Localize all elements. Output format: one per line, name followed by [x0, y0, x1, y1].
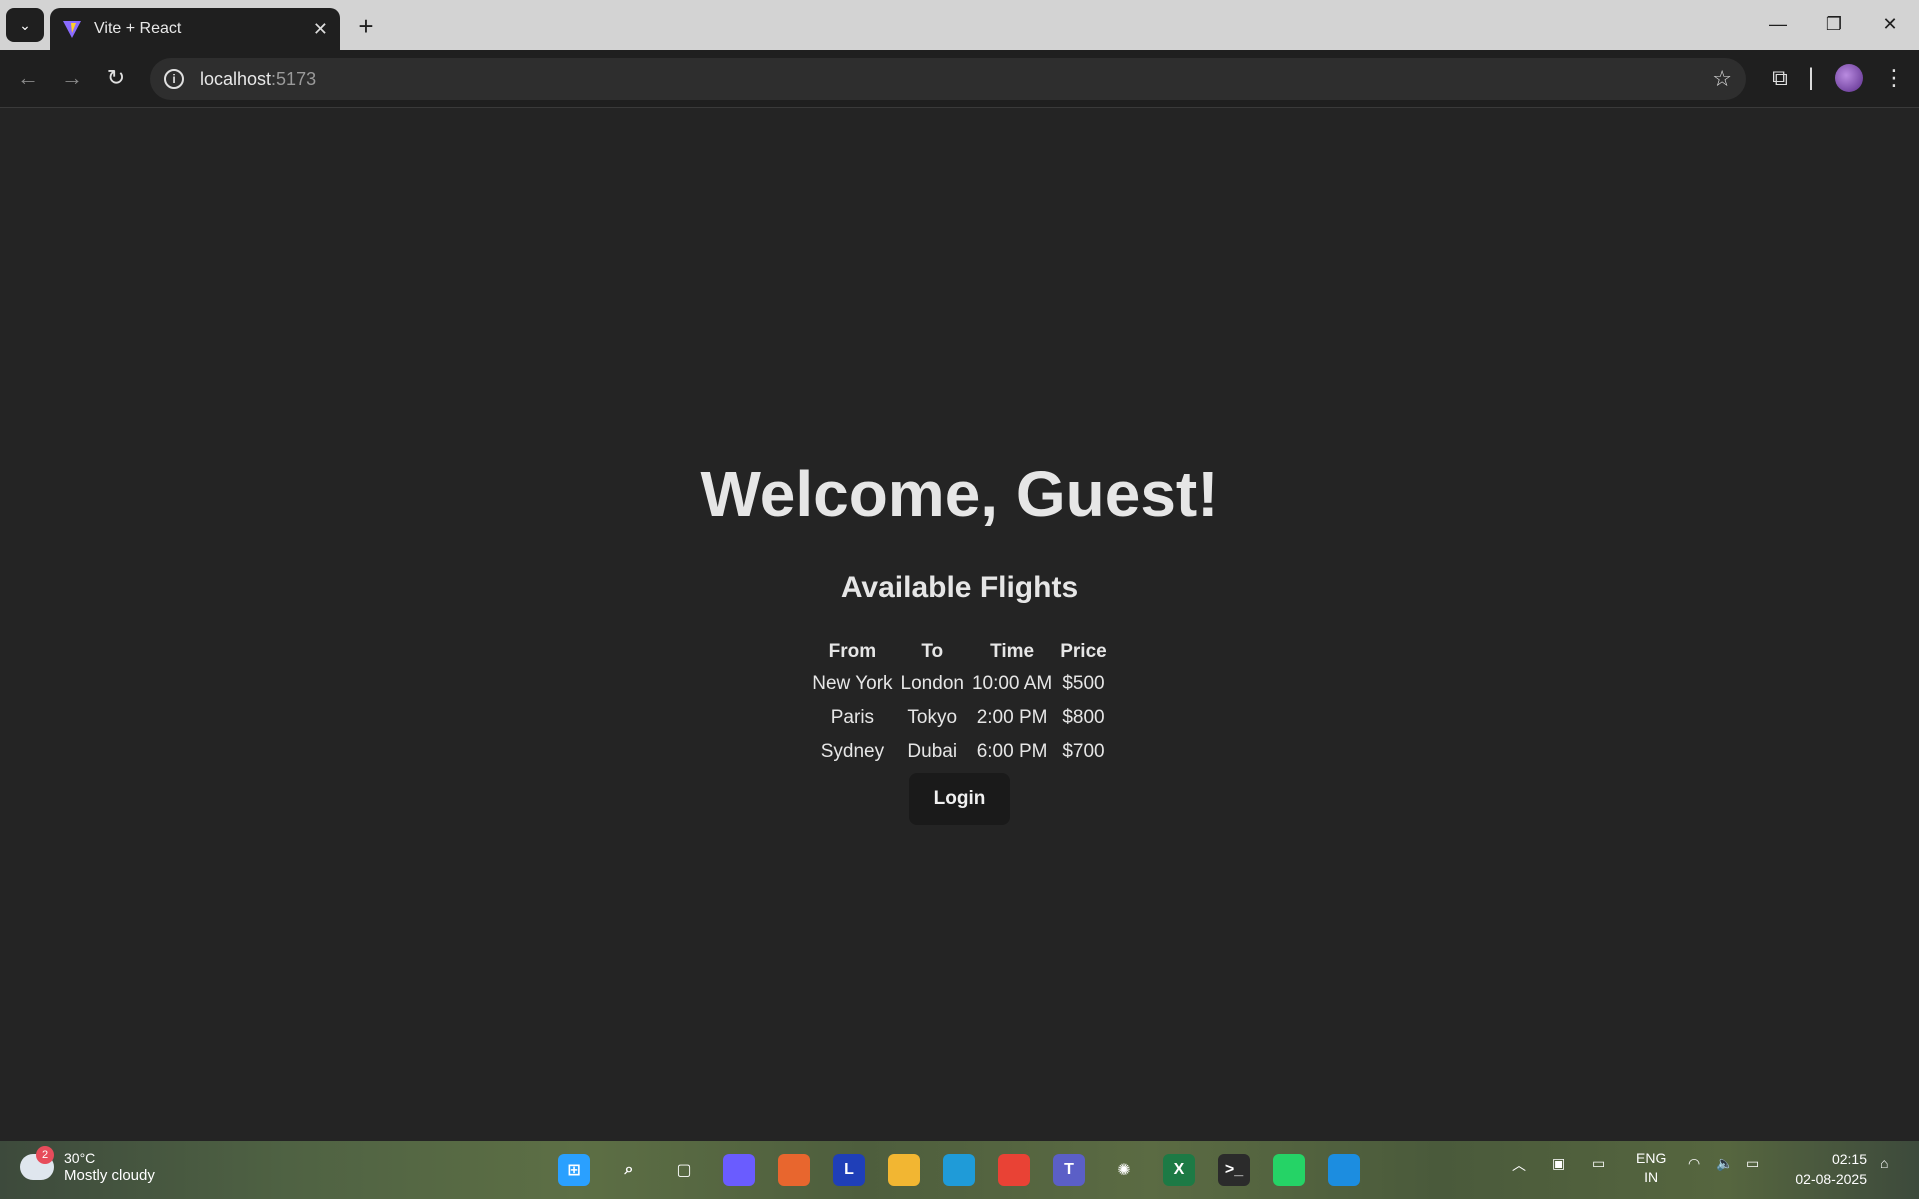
url-host: localhost: [200, 68, 272, 89]
forward-button[interactable]: →: [54, 60, 90, 96]
start-icon[interactable]: ⊞: [558, 1154, 590, 1186]
page-viewport: Welcome, Guest! Available Flights From T…: [0, 109, 1919, 1141]
tab-strip: ⌄ Vite + React ✕ + — ❐ ✕: [0, 0, 1919, 50]
reload-icon: ↻: [106, 65, 126, 90]
notification-badge: 2: [36, 1146, 54, 1164]
display-icon[interactable]: ▭: [1592, 1155, 1605, 1172]
chevron-down-icon: ⌄: [19, 16, 31, 33]
reload-button[interactable]: ↻: [98, 60, 134, 96]
cell-time: 6:00 PM: [976, 741, 1048, 763]
copilot-icon[interactable]: [723, 1154, 755, 1186]
toolbar-divider: |: [1807, 64, 1815, 91]
app-orange-icon[interactable]: [778, 1154, 810, 1186]
address-bar[interactable]: i localhost :5173 ☆: [150, 58, 1746, 100]
new-tab-button[interactable]: +: [350, 10, 382, 42]
profile-avatar[interactable]: [1835, 64, 1863, 92]
minimize-icon: —: [1769, 13, 1787, 34]
minimize-button[interactable]: —: [1756, 6, 1800, 42]
task-view-icon[interactable]: ▢: [668, 1154, 700, 1186]
cell-from: Paris: [830, 707, 875, 729]
browser-toolbar: ← → ↻ i localhost :5173 ☆ ⧉ | ⋮: [0, 50, 1919, 108]
lang-line1: ENG: [1636, 1150, 1667, 1166]
welcome-heading: Welcome, Guest!: [700, 458, 1219, 530]
arrow-right-icon: →: [61, 65, 83, 90]
cloud-icon: 2: [20, 1146, 54, 1180]
terminal-icon[interactable]: >_: [1218, 1154, 1250, 1186]
table-header-row: From To Time Price: [810, 639, 1108, 665]
wifi-icon[interactable]: ◠: [1688, 1155, 1700, 1172]
lang-line2: IN: [1644, 1169, 1659, 1185]
bookmark-star-icon[interactable]: ☆: [1712, 66, 1732, 92]
whatsapp-icon[interactable]: [1273, 1154, 1305, 1186]
weather-widget[interactable]: 2 30°C Mostly cloudy: [20, 1146, 155, 1185]
chrome-icon[interactable]: [998, 1154, 1030, 1186]
login-button[interactable]: Login: [908, 773, 1011, 826]
restore-icon: ❐: [1825, 13, 1843, 34]
close-icon: ✕: [1882, 13, 1898, 34]
volume-icon[interactable]: 🔈: [1716, 1155, 1733, 1172]
flights-table: From To Time Price New York London 10:00…: [806, 635, 1112, 771]
cell-to: Tokyo: [907, 707, 958, 729]
cell-from: New York: [812, 673, 893, 695]
tray-app-icon[interactable]: ▣: [1552, 1155, 1565, 1172]
weather-temp: 30°C: [64, 1150, 96, 1166]
extensions-button[interactable]: ⧉: [1762, 60, 1798, 96]
table-row: Paris Tokyo 2:00 PM $800: [810, 703, 1108, 733]
app-l-icon[interactable]: L: [833, 1154, 865, 1186]
url-port: :5173: [271, 68, 317, 89]
vscode-icon[interactable]: [1328, 1154, 1360, 1186]
clock-time: 02:15: [1831, 1151, 1867, 1167]
clock-date: 02-08-2025: [1795, 1171, 1867, 1187]
more-vert-icon: ⋮: [1883, 65, 1905, 90]
restore-button[interactable]: ❐: [1812, 6, 1856, 42]
cell-to: Dubai: [907, 741, 958, 763]
header-time: Time: [990, 641, 1035, 663]
tab-title: Vite + React: [94, 20, 182, 37]
weather-desc: Mostly cloudy: [64, 1167, 155, 1184]
header-price: Price: [1060, 641, 1107, 663]
edge-icon[interactable]: [943, 1154, 975, 1186]
browser-tab[interactable]: Vite + React ✕: [50, 8, 340, 50]
cell-price: $800: [1062, 707, 1105, 729]
cell-from: Sydney: [820, 741, 885, 763]
table-row: Sydney Dubai 6:00 PM $700: [810, 737, 1108, 767]
clock[interactable]: 02:15 02-08-2025: [1795, 1149, 1867, 1189]
arrow-left-icon: ←: [17, 65, 39, 90]
cell-to: London: [900, 673, 964, 695]
teams-icon[interactable]: T: [1053, 1154, 1085, 1186]
excel-icon[interactable]: X: [1163, 1154, 1195, 1186]
language-indicator[interactable]: ENG IN: [1636, 1149, 1666, 1187]
flights-heading: Available Flights: [840, 571, 1079, 605]
search-icon[interactable]: ⌕: [613, 1154, 645, 1186]
cell-time: 2:00 PM: [976, 707, 1048, 729]
taskbar: 2 30°C Mostly cloudy ⊞ ⌕ ▢ L T ✺ X >_ ︿ ▣ ▭ ENG…: [0, 1141, 1919, 1199]
header-to: To: [921, 641, 944, 663]
header-from: From: [828, 641, 877, 663]
table-row: New York London 10:00 AM $500: [810, 669, 1108, 699]
file-explorer-icon[interactable]: [888, 1154, 920, 1186]
notification-icon[interactable]: ⌂: [1880, 1155, 1888, 1171]
puzzle-icon: ⧉: [1772, 65, 1788, 90]
info-icon[interactable]: i: [164, 69, 184, 89]
cell-time: 10:00 AM: [971, 673, 1053, 695]
vite-icon: [63, 21, 81, 38]
battery-icon[interactable]: ▭: [1746, 1155, 1759, 1172]
main-content: Welcome, Guest! Available Flights From T…: [0, 458, 1919, 826]
tab-search-button[interactable]: ⌄: [6, 8, 44, 42]
chevron-up-icon[interactable]: ︿: [1512, 1155, 1526, 1175]
back-button[interactable]: ←: [10, 60, 46, 96]
close-icon[interactable]: ✕: [313, 19, 328, 40]
menu-button[interactable]: ⋮: [1876, 60, 1912, 96]
cell-price: $500: [1062, 673, 1105, 695]
plus-icon: +: [358, 10, 374, 41]
cell-price: $700: [1062, 741, 1105, 763]
close-window-button[interactable]: ✕: [1868, 6, 1912, 42]
chatgpt-icon[interactable]: ✺: [1108, 1154, 1140, 1186]
